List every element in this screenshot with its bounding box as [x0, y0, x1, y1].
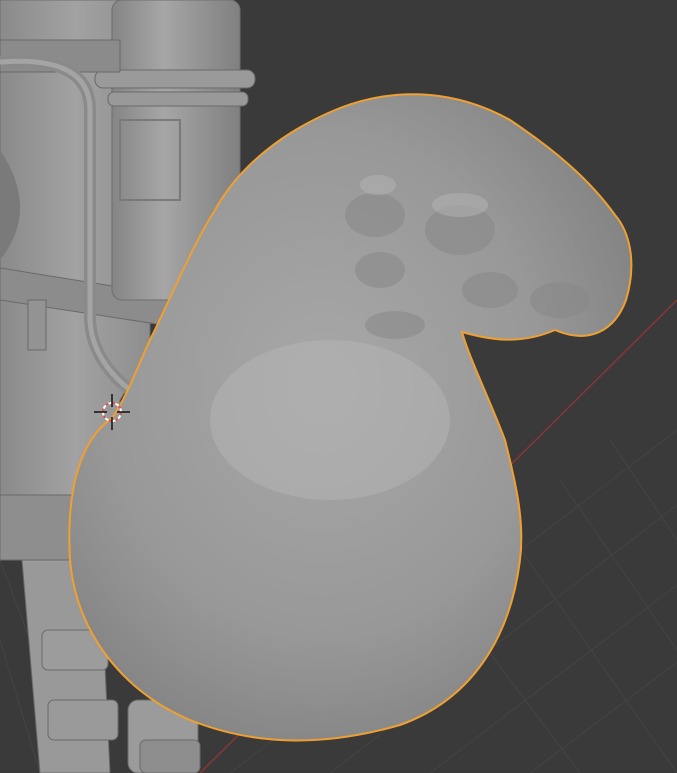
3d-viewport[interactable] — [0, 0, 677, 773]
viewport-canvas[interactable] — [0, 0, 677, 773]
